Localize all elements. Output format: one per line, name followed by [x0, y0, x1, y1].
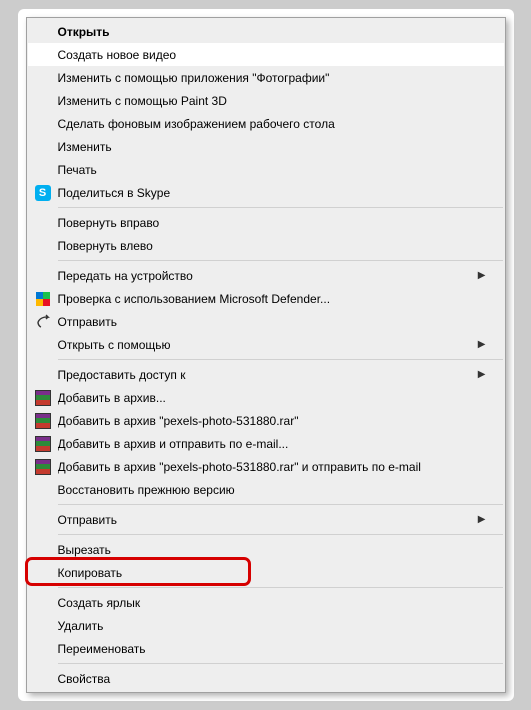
menu-item[interactable]: Удалить: [28, 614, 504, 637]
menu-item-label: Повернуть влево: [58, 239, 486, 253]
menu-item[interactable]: Создать ярлык: [28, 591, 504, 614]
chevron-right-icon: ▶: [478, 339, 486, 350]
menu-item-label: Добавить в архив "pexels-photo-531880.ra…: [58, 414, 486, 428]
icon-slot-empty: [28, 211, 58, 234]
menu-item[interactable]: Проверка с использованием Microsoft Defe…: [28, 287, 504, 310]
menu-item[interactable]: Отправить▶: [28, 508, 504, 531]
menu-item[interactable]: Изменить с помощью приложения "Фотографи…: [28, 66, 504, 89]
menu-item-label: Создать ярлык: [58, 596, 486, 610]
menu-item[interactable]: Повернуть вправо: [28, 211, 504, 234]
icon-slot-empty: [28, 20, 58, 43]
menu-item[interactable]: Отправить: [28, 310, 504, 333]
menu-item-label: Открыть с помощью: [58, 338, 478, 352]
menu-item-label: Изменить с помощью приложения "Фотографи…: [58, 71, 486, 85]
menu-item-label: Восстановить прежнюю версию: [58, 483, 486, 497]
icon-slot-empty: [28, 158, 58, 181]
menu-item-label: Копировать: [58, 566, 486, 580]
menu-item[interactable]: Копировать: [28, 561, 504, 584]
chevron-right-icon: ▶: [478, 514, 486, 525]
menu-item-label: Повернуть вправо: [58, 216, 486, 230]
menu-item-label: Вырезать: [58, 543, 486, 557]
menu-separator: [58, 504, 503, 505]
menu-item-label: Отправить: [58, 315, 486, 329]
menu-item-label: Удалить: [58, 619, 486, 633]
menu-separator: [58, 663, 503, 664]
menu-item-label: Сделать фоновым изображением рабочего ст…: [58, 117, 486, 131]
icon-slot-empty: [28, 478, 58, 501]
menu-item[interactable]: Печать: [28, 158, 504, 181]
icon-slot-empty: [28, 66, 58, 89]
menu-item[interactable]: Открыть: [28, 20, 504, 43]
menu-item-label: Печать: [58, 163, 486, 177]
menu-item[interactable]: Переименовать: [28, 637, 504, 660]
menu-item[interactable]: Восстановить прежнюю версию: [28, 478, 504, 501]
icon-slot-empty: [28, 112, 58, 135]
menu-item-label: Добавить в архив...: [58, 391, 486, 405]
menu-item[interactable]: Вырезать: [28, 538, 504, 561]
menu-item[interactable]: Добавить в архив...: [28, 386, 504, 409]
menu-item[interactable]: Создать новое видео: [28, 43, 504, 66]
icon-slot-empty: [28, 43, 58, 66]
icon-slot-empty: [28, 135, 58, 158]
menu-item-label: Поделиться в Skype: [58, 186, 486, 200]
menu-item-label: Создать новое видео: [58, 48, 486, 62]
menu-item[interactable]: Предоставить доступ к▶: [28, 363, 504, 386]
icon-slot-empty: [28, 333, 58, 356]
icon-slot-empty: [28, 667, 58, 690]
menu-item-label: Проверка с использованием Microsoft Defe…: [58, 292, 486, 306]
winrar-icon: [28, 455, 58, 478]
menu-separator: [58, 260, 503, 261]
icon-slot-empty: [28, 264, 58, 287]
menu-item-label: Предоставить доступ к: [58, 368, 478, 382]
menu-item[interactable]: Передать на устройство▶: [28, 264, 504, 287]
skype-icon: S: [28, 181, 58, 204]
share-icon: [28, 310, 58, 333]
menu-item-label: Изменить с помощью Paint 3D: [58, 94, 486, 108]
menu-item[interactable]: Добавить в архив "pexels-photo-531880.ra…: [28, 455, 504, 478]
chevron-right-icon: ▶: [478, 369, 486, 380]
winrar-icon: [28, 409, 58, 432]
menu-item[interactable]: Повернуть влево: [28, 234, 504, 257]
winrar-icon: [28, 386, 58, 409]
menu-item-label: Добавить в архив и отправить по e-mail..…: [58, 437, 486, 451]
menu-item[interactable]: Открыть с помощью▶: [28, 333, 504, 356]
icon-slot-empty: [28, 614, 58, 637]
menu-item-label: Свойства: [58, 672, 486, 686]
menu-separator: [58, 207, 503, 208]
icon-slot-empty: [28, 538, 58, 561]
icon-slot-empty: [28, 89, 58, 112]
icon-slot-empty: [28, 637, 58, 660]
menu-item[interactable]: Изменить: [28, 135, 504, 158]
menu-item[interactable]: Изменить с помощью Paint 3D: [28, 89, 504, 112]
icon-slot-empty: [28, 363, 58, 386]
menu-separator: [58, 359, 503, 360]
menu-separator: [58, 534, 503, 535]
context-menu: Открыть Создать новое видео Изменить с пом…: [26, 17, 506, 693]
menu-item-label: Передать на устройство: [58, 269, 478, 283]
winrar-icon: [28, 432, 58, 455]
menu-item-label: Переименовать: [58, 642, 486, 656]
menu-item-label: Изменить: [58, 140, 486, 154]
menu-item[interactable]: Добавить в архив "pexels-photo-531880.ra…: [28, 409, 504, 432]
icon-slot-empty: [28, 561, 58, 584]
chevron-right-icon: ▶: [478, 270, 486, 281]
menu-item[interactable]: Сделать фоновым изображением рабочего ст…: [28, 112, 504, 135]
menu-item[interactable]: Добавить в архив и отправить по e-mail..…: [28, 432, 504, 455]
menu-separator: [58, 587, 503, 588]
icon-slot-empty: [28, 234, 58, 257]
menu-item-label: Отправить: [58, 513, 478, 527]
defender-shield-icon: [28, 287, 58, 310]
icon-slot-empty: [28, 508, 58, 531]
menu-item[interactable]: Свойства: [28, 667, 504, 690]
menu-item-label: Открыть: [58, 25, 486, 39]
icon-slot-empty: [28, 591, 58, 614]
menu-item-label: Добавить в архив "pexels-photo-531880.ra…: [58, 460, 486, 474]
menu-item[interactable]: SПоделиться в Skype: [28, 181, 504, 204]
